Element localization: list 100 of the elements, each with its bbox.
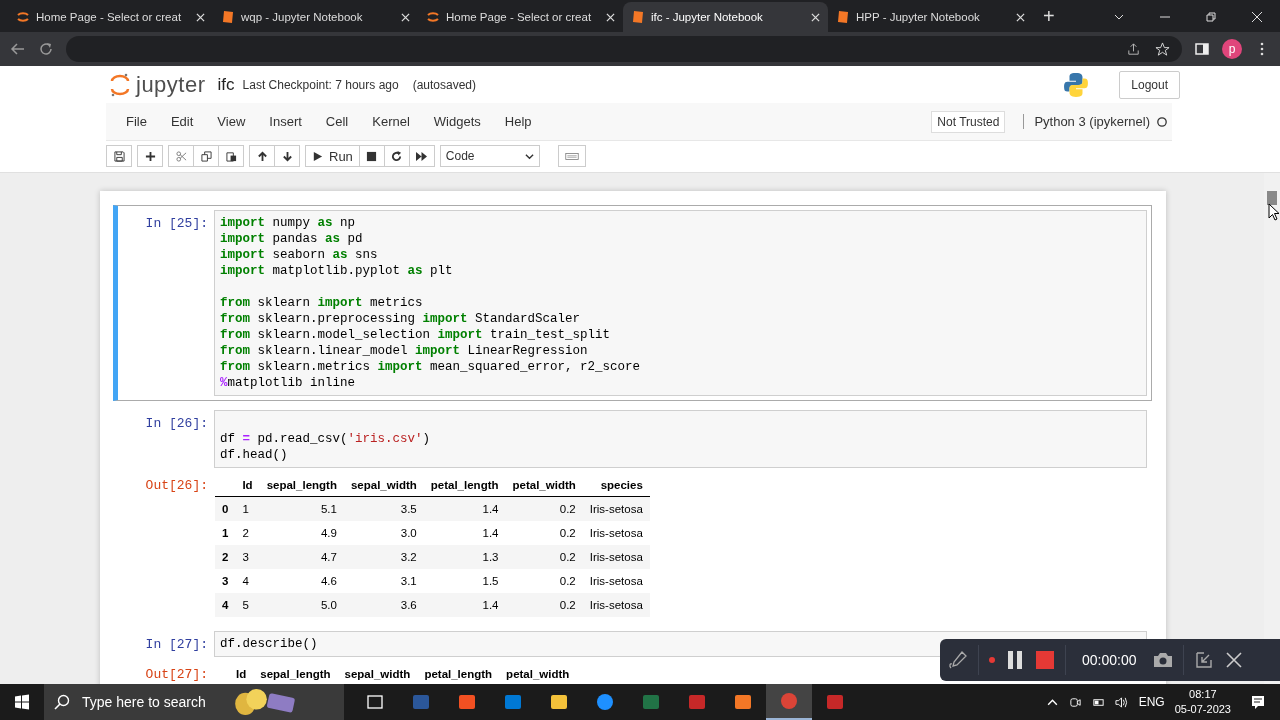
table-cell: Iris-setosa: [589, 575, 643, 587]
profile-avatar[interactable]: p: [1222, 39, 1242, 59]
table-cell: Iris-setosa: [589, 527, 643, 539]
checkpoint-text: Last Checkpoint: 7 hours ago: [242, 77, 399, 92]
notification-icon[interactable]: [1250, 694, 1266, 710]
keyboard-icon: [564, 150, 579, 162]
code-editor[interactable]: df = pd.read_csv('iris.csv') df.head(): [214, 410, 1147, 468]
close-icon[interactable]: [1223, 650, 1244, 670]
table-cell: 3.6: [400, 599, 417, 611]
browser-tab[interactable]: ifc - Jupyter Notebook: [623, 2, 828, 32]
paste-icon: [225, 150, 237, 162]
table-cell: 3: [242, 551, 249, 563]
back-icon[interactable]: [10, 41, 26, 57]
column-header: sepal_width: [350, 479, 417, 491]
close-icon[interactable]: [606, 12, 615, 22]
move-down-button[interactable]: [274, 145, 300, 167]
table-cell: 4: [242, 575, 249, 587]
stop-icon[interactable]: [1035, 650, 1055, 670]
input-prompt: In [27]:: [144, 636, 209, 651]
menu-item[interactable]: Help: [492, 114, 544, 129]
column-header: species: [600, 479, 643, 491]
menu-item[interactable]: Kernel: [360, 114, 422, 129]
taskbar-search-field[interactable]: Type here to search: [44, 684, 344, 720]
clock-date[interactable]: 05-07-2023: [1174, 702, 1231, 717]
insert-cell-button[interactable]: [137, 145, 163, 167]
column-header: petal_width: [506, 668, 570, 680]
input-prompt: In [25]:: [144, 215, 209, 230]
table-cell: 4.9: [320, 527, 337, 539]
browser-tab[interactable]: wqp - Jupyter Notebook: [213, 2, 418, 32]
menu-item[interactable]: View: [205, 114, 258, 129]
trust-indicator[interactable]: Not Trusted: [931, 110, 1006, 133]
pen-icon[interactable]: [948, 650, 968, 670]
kernel-name[interactable]: Python 3 (ipykernel): [1023, 114, 1150, 129]
new-tab-button[interactable]: +: [1033, 5, 1065, 32]
notebook-name[interactable]: ifc: [217, 74, 235, 95]
browser-tab[interactable]: Home Page - Select or creat: [8, 2, 213, 32]
column-header: petal_length: [430, 479, 499, 491]
table-cell: 1.4: [482, 599, 499, 611]
menu-item[interactable]: Cell: [313, 114, 361, 129]
sidebar-icon[interactable]: [1194, 41, 1210, 57]
caret-icon: [524, 151, 534, 161]
mouse-cursor-icon: [1268, 203, 1280, 221]
table-cell: 1.4: [482, 527, 499, 539]
table-cell: Iris-setosa: [589, 551, 643, 563]
menu-item[interactable]: File: [114, 114, 159, 129]
restore-icon[interactable]: [1205, 11, 1217, 23]
notebook-icon: [221, 10, 235, 24]
camera-icon[interactable]: [1152, 650, 1173, 670]
close-icon[interactable]: [1016, 12, 1025, 22]
run-button[interactable]: Run: [305, 145, 360, 167]
column-header: petal_length: [424, 668, 493, 680]
speaker-icon[interactable]: [1114, 695, 1128, 709]
windows-start-icon[interactable]: [14, 694, 30, 710]
output-prompt: Out[27]:: [144, 666, 209, 683]
pause-icon[interactable]: [1005, 650, 1025, 670]
table-cell: 5: [242, 599, 249, 611]
close-icon[interactable]: [196, 12, 205, 22]
notebook-icon: [836, 10, 850, 24]
minimize-icon[interactable]: [1193, 650, 1214, 670]
table-cell: 1.3: [482, 551, 499, 563]
cell-type-dropdown[interactable]: Code: [439, 145, 540, 167]
table-cell: 3.2: [400, 551, 417, 563]
close-icon[interactable]: [1251, 11, 1263, 23]
menu-item[interactable]: Insert: [257, 114, 314, 129]
scissors-icon: [175, 150, 187, 162]
close-icon[interactable]: [401, 12, 410, 22]
code-editor[interactable]: import numpy as np import pandas as pd import seaborn as sns import matplotlib.pyplot as plt from sklearn import metrics from sklearn.preprocessing import StandardScaler from sklearn.model_selection import train_test_split from sklearn.linear_model import LinearRegression from sklearn.metrics import mean_squared_error, r2_score %matplotlib inline: [214, 210, 1147, 396]
scrollbar-thumb[interactable]: [1267, 191, 1277, 205]
browser-tab[interactable]: HPP - Jupyter Notebook: [828, 2, 1033, 32]
table-cell: 1.4: [482, 503, 499, 515]
copy-button[interactable]: [193, 145, 219, 167]
table-cell: 5.1: [320, 503, 337, 515]
fast-forward-icon: [416, 150, 428, 162]
paste-button[interactable]: [218, 145, 244, 167]
restart-button[interactable]: [383, 145, 410, 167]
menu-item[interactable]: Edit: [158, 114, 206, 129]
camera-tray-icon[interactable]: [1068, 695, 1082, 709]
jupyter-icon: [426, 10, 440, 24]
clock-time[interactable]: 08:17: [1189, 687, 1217, 702]
save-button[interactable]: [106, 145, 132, 167]
reload-icon[interactable]: [38, 41, 54, 57]
cut-button[interactable]: [168, 145, 194, 167]
logout-button[interactable]: Logout: [1119, 70, 1180, 99]
move-up-button[interactable]: [249, 145, 275, 167]
menu-item[interactable]: Widgets: [421, 114, 493, 129]
star-icon[interactable]: [1155, 41, 1170, 57]
python-logo-icon: [1063, 71, 1090, 98]
stop-button[interactable]: [358, 145, 385, 167]
table-cell: 1.5: [482, 575, 499, 587]
stop-icon: [366, 150, 378, 162]
language-indicator[interactable]: ENG: [1138, 695, 1165, 709]
column-header: sepal_length: [260, 668, 331, 680]
close-icon[interactable]: [811, 12, 820, 22]
share-icon[interactable]: [1126, 41, 1141, 57]
column-header: Id: [242, 479, 253, 491]
fast-forward-button[interactable]: [408, 145, 435, 167]
notebook-icon: [631, 10, 645, 24]
column-header: sepal_length: [266, 479, 337, 491]
keyboard-button[interactable]: [557, 145, 586, 167]
browser-tab[interactable]: Home Page - Select or creat: [418, 2, 623, 32]
